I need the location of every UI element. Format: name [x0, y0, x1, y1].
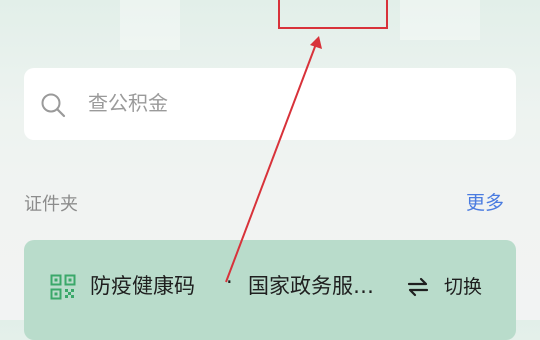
more-link[interactable]: 更多 — [466, 188, 504, 215]
search-icon — [41, 93, 66, 118]
switch-arrows-icon[interactable] — [407, 276, 429, 298]
switch-button[interactable]: 切换 — [444, 272, 482, 299]
card-separator: · — [226, 270, 233, 294]
health-code-card[interactable]: 防疫健康码 · 国家政务服… 切换 — [24, 240, 516, 340]
qr-code-icon — [50, 274, 76, 300]
background-decoration — [400, 0, 480, 40]
background-decoration — [120, 0, 180, 50]
search-bar[interactable]: 查公积金 — [24, 68, 516, 140]
annotation-highlight-box — [278, 0, 388, 29]
card-title: 防疫健康码 — [90, 274, 195, 298]
card-subtitle: 国家政务服… — [248, 274, 374, 298]
search-placeholder: 查公积金 — [88, 91, 168, 115]
section-title: 证件夹 — [24, 194, 78, 215]
